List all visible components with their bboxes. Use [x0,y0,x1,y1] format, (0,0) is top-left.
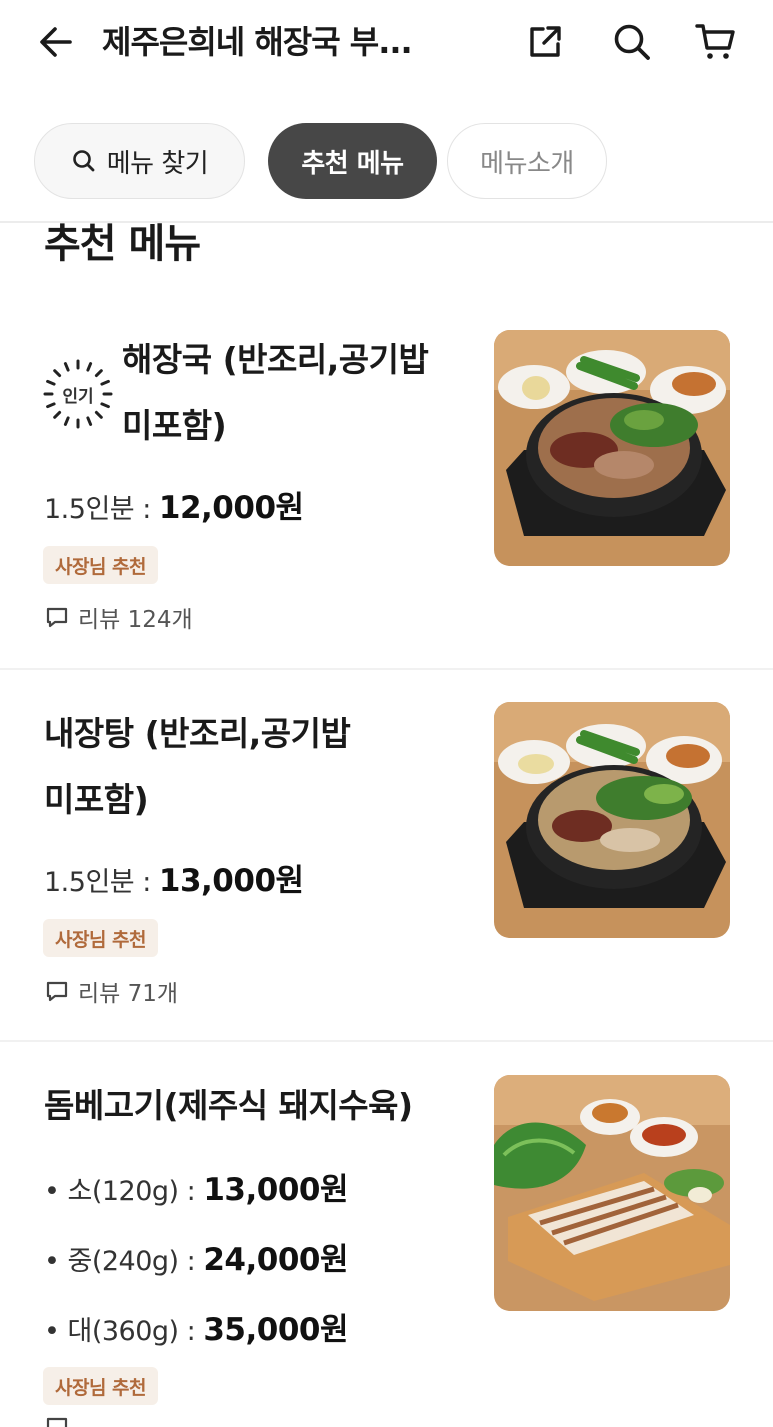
item-name[interactable]: 돔베고기(제주식 돼지수육) [44,1078,413,1134]
popular-badge: 인기 [42,358,114,430]
price-label: 1.5인분 : [44,494,159,525]
option-medium: • 중(240g) : 24,000원 [44,1234,349,1279]
option-price: 35,000원 [203,1312,349,1348]
option-label: • 대(360g) : [44,1316,204,1347]
item-name-line1[interactable]: 내장탕 (반조리,공기밥 [44,706,351,762]
section-header: 추천 메뉴 [0,223,773,273]
item-name-line2[interactable]: 미포함) [122,398,227,454]
popular-label: 인기 [62,386,94,407]
owner-pick-badge: 사장님 추천 [43,919,159,957]
item-divider [0,668,773,670]
cart-icon [695,24,735,59]
food-image [494,1075,730,1311]
item-price: 1.5인분 : 13,000원 [44,855,304,900]
back-arrow-icon [40,27,72,57]
price-value: 12,000원 [158,490,304,526]
review-count[interactable]: 리뷰 124개 [44,600,193,634]
search-icon [614,24,650,60]
item-name-line2[interactable]: 미포함) [44,772,149,828]
speech-bubble-icon [44,978,70,1004]
menu-search-chip[interactable]: 메뉴 찾기 [34,123,245,199]
option-label: • 중(240g) : [44,1246,204,1277]
item-divider [0,1040,773,1042]
share-icon [530,26,561,57]
review-label: 리뷰 124개 [78,607,193,633]
search-button[interactable] [608,18,656,66]
option-large: • 대(360g) : 35,000원 [44,1304,349,1349]
review-label: 리뷰 71개 [78,981,179,1007]
option-price: 24,000원 [203,1242,349,1278]
section-title: 추천 메뉴 [44,223,201,267]
item-name-line1[interactable]: 해장국 (반조리,공기밥 [122,332,429,388]
owner-pick-badge: 사장님 추천 [43,1367,159,1405]
price-label: 1.5인분 : [44,867,159,898]
speech-bubble-icon [44,604,70,630]
price-value: 13,000원 [158,863,304,899]
option-label: • 소(120g) : [44,1176,204,1207]
menu-tab-bar: 메뉴 찾기 추천 메뉴 메뉴소개 [0,120,773,204]
review-count-clipped [44,1414,284,1427]
option-price: 13,000원 [203,1172,349,1208]
top-app-bar: 제주은희네 해장국 부... [0,0,773,88]
owner-pick-badge: 사장님 추천 [43,546,159,584]
food-image [494,702,730,938]
tab-menu-intro[interactable]: 메뉴소개 [447,123,607,199]
cart-button[interactable] [692,18,740,66]
menu-search-label: 메뉴 찾기 [106,148,209,179]
food-image [494,330,730,566]
option-small: • 소(120g) : 13,000원 [44,1164,349,1209]
speech-bubble-icon [46,1417,68,1427]
store-title: 제주은희네 해장국 부... [102,23,413,61]
back-button[interactable] [34,20,78,64]
share-button[interactable] [521,18,569,66]
item-photo-naejangtang[interactable] [494,702,730,938]
tab-recommended-menu[interactable]: 추천 메뉴 [268,123,437,199]
item-photo-dombegogi[interactable] [494,1075,730,1311]
item-photo-haejangguk[interactable] [494,330,730,566]
review-count[interactable]: 리뷰 71개 [44,974,178,1008]
item-price: 1.5인분 : 12,000원 [44,482,304,527]
search-icon [71,148,97,174]
